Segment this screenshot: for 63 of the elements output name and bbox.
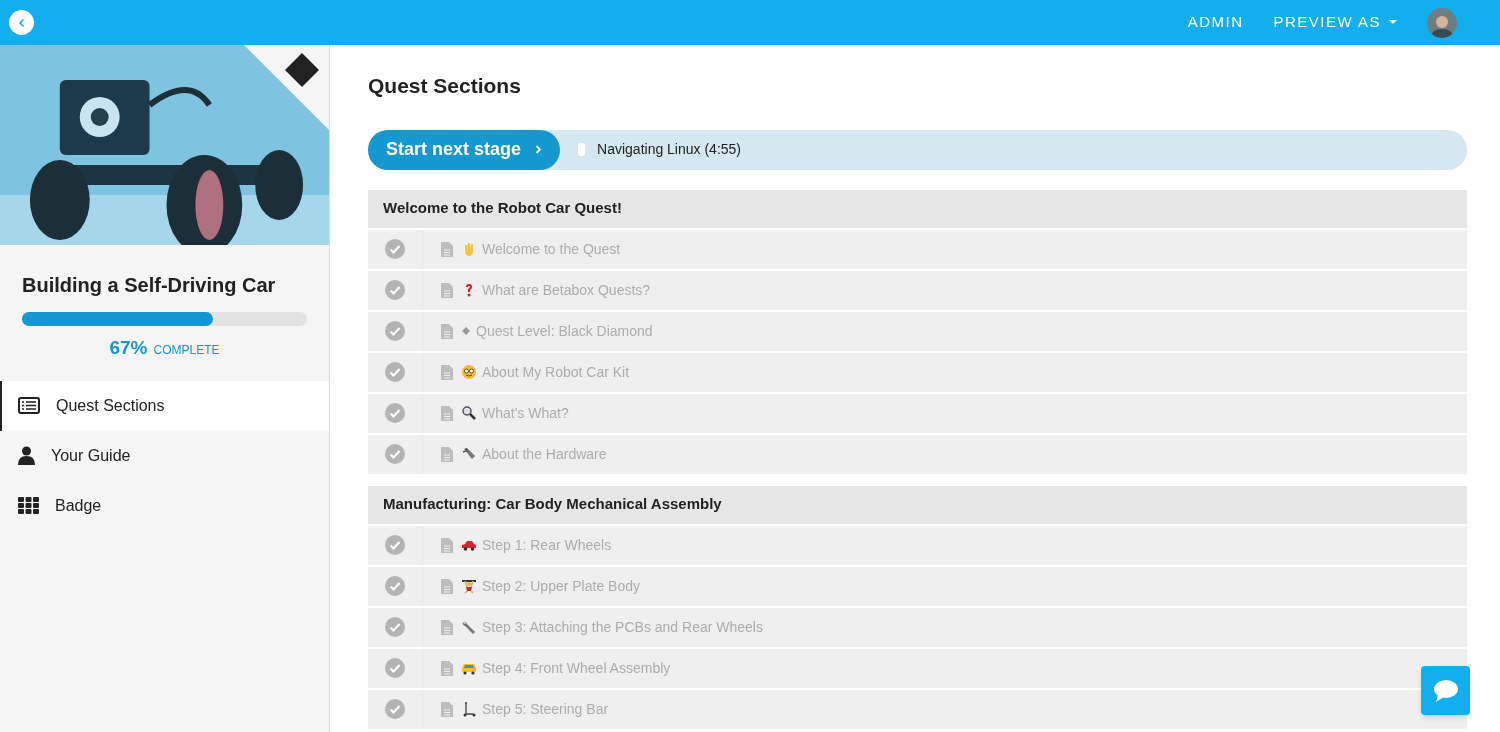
document-icon: [441, 241, 453, 257]
lesson-row[interactable]: Step 2: Upper Plate Body: [368, 566, 1467, 606]
lesson-row[interactable]: About the Hardware: [368, 434, 1467, 474]
lesson-title: Welcome to the Quest: [482, 239, 621, 259]
lesson-title: What's What?: [482, 403, 569, 423]
back-button[interactable]: [9, 10, 34, 35]
lesson-row[interactable]: Step 1: Rear Wheels: [368, 525, 1467, 565]
admin-link[interactable]: ADMIN: [1187, 11, 1244, 34]
caret-icon: [1389, 20, 1397, 25]
lesson-title: About My Robot Car Kit: [482, 362, 630, 382]
lesson-marker-icon: [578, 143, 586, 156]
lesson-title: Step 1: Rear Wheels: [482, 535, 612, 555]
diamond-icon: [461, 326, 471, 336]
lesson-title: About the Hardware: [482, 444, 607, 464]
document-icon: [441, 282, 453, 298]
document-icon: [441, 578, 453, 594]
chevron-left-icon: [16, 17, 27, 28]
lesson-row[interactable]: Step 4: Front Wheel Assembly: [368, 648, 1467, 688]
smiley-glasses-icon: [461, 364, 477, 380]
user-icon: [18, 446, 35, 465]
weightlifter-icon: [461, 578, 477, 594]
sidebar-item[interactable]: Your Guide: [0, 430, 329, 481]
grid-icon: [18, 497, 39, 514]
progress-percent: 67%: [109, 336, 148, 360]
document-icon: [441, 619, 453, 635]
list-icon: [18, 397, 40, 414]
lesson-title: Step 5: Steering Bar: [482, 699, 609, 719]
document-icon: [441, 405, 453, 421]
lesson-title: What are Betabox Quests?: [482, 280, 651, 300]
lesson-row[interactable]: Quest Level: Black Diamond: [368, 311, 1467, 351]
quest-title: Building a Self-Driving Car: [22, 273, 277, 298]
section-title: Welcome to the Robot Car Quest!: [383, 198, 622, 219]
document-icon: [441, 660, 453, 676]
document-icon: [441, 537, 453, 553]
wrench-icon: [461, 619, 477, 635]
magnifier-icon: [461, 405, 477, 421]
lesson-title: Step 2: Upper Plate Body: [482, 576, 640, 596]
chat-bubble-icon: [1432, 678, 1459, 703]
document-icon: [441, 701, 453, 717]
sidebar-item[interactable]: Badge: [0, 480, 329, 531]
lesson-row[interactable]: What are Betabox Quests?: [368, 270, 1467, 310]
section-title: Manufacturing: Car Body Mechanical Assembly: [383, 494, 722, 515]
preview-as-dropdown[interactable]: PREVIEW AS: [1273, 11, 1397, 34]
scooter-icon: [461, 701, 477, 717]
lesson-row[interactable]: Step 3: Attaching the PCBs and Rear Wheels: [368, 607, 1467, 647]
document-icon: [441, 364, 453, 380]
next-lesson: Navigating Linux (4:55): [597, 140, 742, 159]
lesson-row[interactable]: What's What?: [368, 393, 1467, 433]
avatar[interactable]: [1427, 7, 1457, 38]
chevron-right-icon: [535, 145, 543, 154]
progress-label: COMPLETE: [153, 342, 220, 359]
page-title: Quest Sections: [368, 73, 522, 99]
lesson-title: Quest Level: Black Diamond: [476, 321, 653, 341]
lesson-title: Step 4: Front Wheel Assembly: [482, 658, 671, 678]
chat-button[interactable]: [1421, 666, 1470, 715]
document-icon: [441, 446, 453, 462]
lesson-row[interactable]: Step 5: Steering Bar: [368, 689, 1467, 729]
lesson-title: Step 3: Attaching the PCBs and Rear Wheels: [482, 617, 763, 637]
lesson-row[interactable]: Welcome to the Quest: [368, 229, 1467, 269]
lesson-row[interactable]: About My Robot Car Kit: [368, 352, 1467, 392]
document-icon: [441, 323, 453, 339]
sidebar-item[interactable]: Quest Sections: [0, 380, 329, 431]
start-next-stage-button[interactable]: Start next stage: [368, 129, 561, 170]
